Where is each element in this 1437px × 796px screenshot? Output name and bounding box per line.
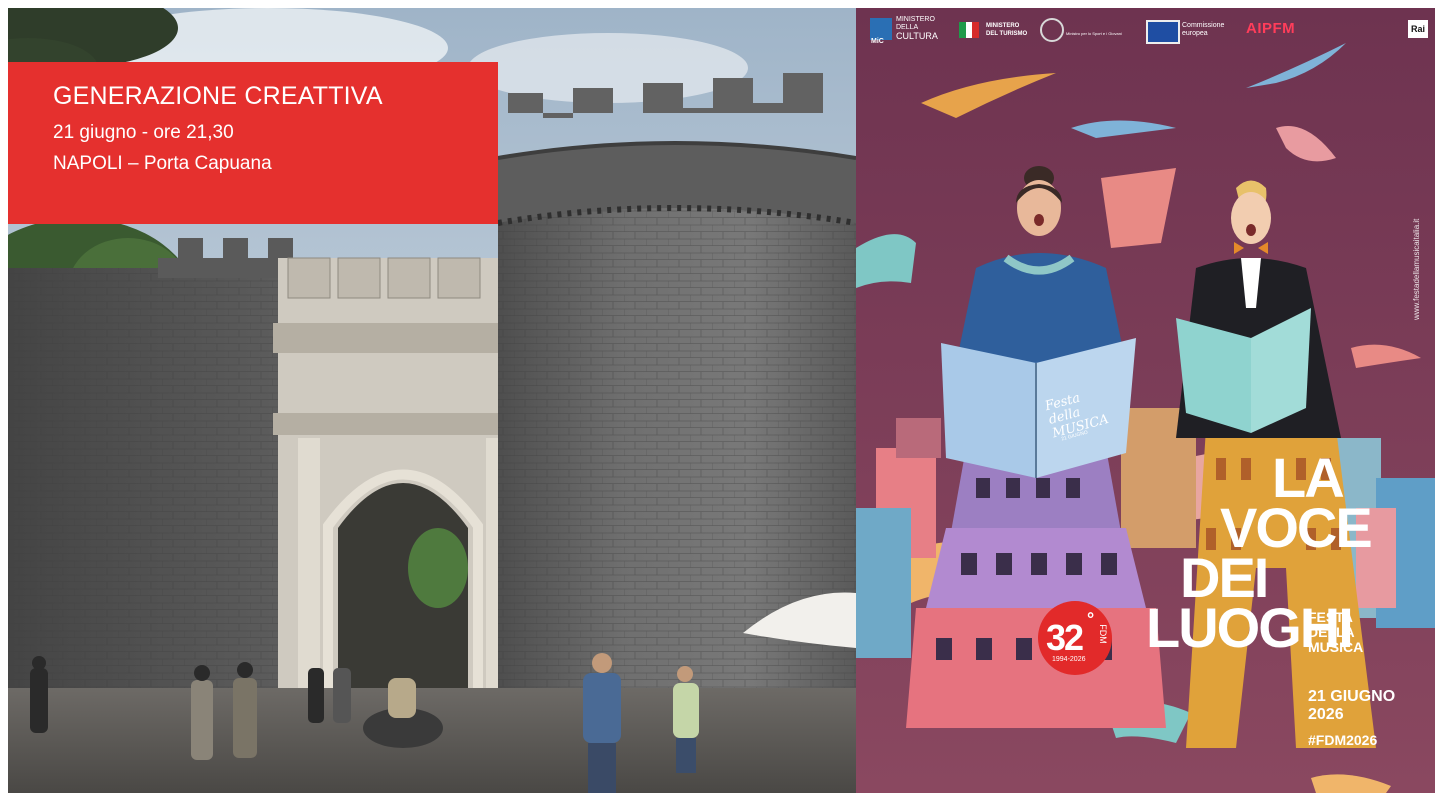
badge-degree: ° [1087, 609, 1095, 629]
event-datetime: 21 giugno - ore 21,30 [53, 122, 234, 143]
event-title: GENERAZIONE CREATTIVA [53, 82, 383, 110]
turismo-text-line2: DEL TURISMO [986, 31, 1028, 37]
edition-badge: 32 ° FDM 1994-2026 [1038, 601, 1112, 675]
website-url: www.festadellamusicaitalia.it [1412, 218, 1421, 320]
event-date-line2: 2026 [1308, 706, 1344, 723]
turismo-text-line1: MINISTERO [986, 23, 1020, 29]
sponsor-logos-bar: MiC MINISTERO DELLA CULTURA MINISTERO DE… [870, 16, 1428, 46]
rai-logo: Rai [1408, 20, 1428, 38]
badge-number: 32 [1046, 617, 1084, 658]
festa-della-musica-poster: MiC MINISTERO DELLA CULTURA MINISTERO DE… [856, 8, 1435, 793]
sport-ministry-text: Ministro per lo Sport e i Giovani [1066, 31, 1122, 36]
ce-text-line1: Commissione [1182, 22, 1225, 29]
mic-text-line3: CULTURA [896, 31, 938, 41]
festa-line3: MUSICA [1308, 639, 1364, 655]
marble-arch [273, 257, 513, 688]
ce-text-line2: europea [1182, 30, 1208, 37]
mic-abbr: MiC [871, 38, 884, 45]
event-info-banner: GENERAZIONE CREATTIVA 21 giugno - ore 21… [8, 62, 498, 224]
left-tower [8, 238, 298, 688]
event-location: NAPOLI – Porta Capuana [53, 153, 272, 174]
badge-years: 1994-2026 [1052, 656, 1086, 663]
event-date-line1: 21 GIUGNO [1308, 688, 1396, 705]
hashtag: #FDM2026 [1308, 732, 1378, 748]
festa-label: FESTA DELLA MUSICA [1308, 610, 1363, 655]
eu-flag-icon [1146, 20, 1180, 44]
festa-line1: FESTA [1308, 609, 1353, 625]
italy-flag-icon [959, 22, 980, 38]
republic-emblem-icon [1040, 18, 1064, 42]
mic-logo [870, 18, 892, 40]
badge-fdm: FDM [1097, 624, 1108, 644]
festa-line2: DELLA [1308, 624, 1355, 640]
mic-text-line1: MINISTERO [896, 16, 935, 23]
aipfm-logo: AIPFM [1246, 20, 1296, 37]
poster-illustration [856, 8, 1435, 793]
